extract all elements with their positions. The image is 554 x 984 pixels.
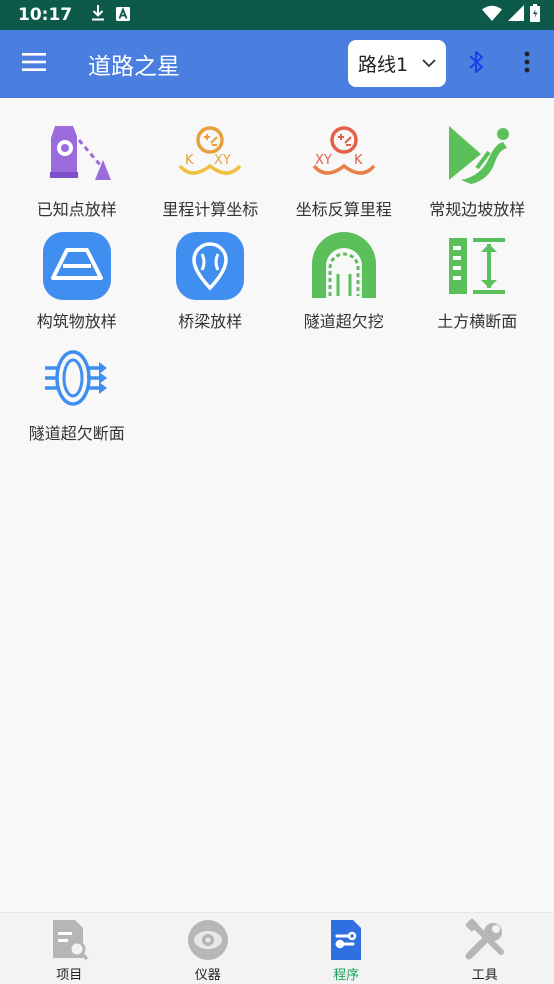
program-tile-tunnel-overbreak[interactable]: 隧道超欠挖 xyxy=(277,226,411,338)
program-label: 隧道超欠断面 xyxy=(28,424,125,443)
nav-item-instrument[interactable]: 仪器 xyxy=(139,913,278,984)
nav-label: 项目 xyxy=(56,968,83,983)
program-tile-coordinate-to-mileage[interactable]: XY K 坐标反算里程 xyxy=(277,114,411,226)
menu-icon xyxy=(22,52,48,76)
tools-icon xyxy=(461,917,509,963)
program-tile-structure-stakeout[interactable]: 构筑物放样 xyxy=(10,226,144,338)
program-label: 构筑物放样 xyxy=(36,312,117,331)
program-tile-known-point-stakeout[interactable]: 已知点放样 xyxy=(10,114,144,226)
more-button[interactable] xyxy=(512,44,542,84)
known-point-stakeout-icon xyxy=(41,118,113,190)
program-label: 常规边坡放样 xyxy=(429,200,526,219)
program-grid: 已知点放样 K XY 里程计算坐标 XY K 坐标反算里程 常规边坡放样 构筑物… xyxy=(10,114,544,450)
program-label: 里程计算坐标 xyxy=(162,200,259,219)
svg-text:XY: XY xyxy=(315,153,332,168)
download-icon xyxy=(90,4,106,26)
nav-item-project[interactable]: 项目 xyxy=(0,913,139,984)
nav-label: 工具 xyxy=(471,968,498,983)
svg-text:XY: XY xyxy=(214,153,231,168)
program-tile-mileage-to-coordinate[interactable]: K XY 里程计算坐标 xyxy=(144,114,278,226)
route-select-value: 路线1 xyxy=(358,54,409,76)
earthwork-section-icon xyxy=(441,230,513,302)
app-title: 道路之星 xyxy=(88,54,180,80)
bluetooth-icon xyxy=(468,49,484,79)
program-tile-earthwork-section[interactable]: 土方横断面 xyxy=(411,226,545,338)
status-time: 10:17 xyxy=(18,5,73,25)
more-vert-icon xyxy=(524,51,530,77)
menu-button[interactable] xyxy=(0,30,70,98)
structure-stakeout-icon xyxy=(41,230,113,302)
battery-icon xyxy=(530,4,540,26)
program-label: 隧道超欠挖 xyxy=(303,312,384,331)
nav-label: 仪器 xyxy=(194,968,221,983)
status-bar: 10:17 xyxy=(0,0,554,30)
wifi-icon xyxy=(482,5,502,25)
signal-icon xyxy=(508,5,524,25)
svg-text:K: K xyxy=(354,153,363,168)
coordinate-to-mileage-icon: XY K xyxy=(308,118,380,190)
slope-stakeout-icon xyxy=(441,118,513,190)
a-badge-icon xyxy=(116,6,131,25)
app-bar: 道路之星 路线1 xyxy=(0,30,554,98)
route-select[interactable]: 路线1 xyxy=(348,40,446,87)
program-tile-bridge-stakeout[interactable]: 桥梁放样 xyxy=(144,226,278,338)
program-tile-slope-stakeout[interactable]: 常规边坡放样 xyxy=(411,114,545,226)
program-label: 坐标反算里程 xyxy=(295,200,392,219)
mileage-to-coordinate-icon: K XY xyxy=(174,118,246,190)
bridge-stakeout-icon xyxy=(174,230,246,302)
bluetooth-button[interactable] xyxy=(460,44,492,84)
svg-text:K: K xyxy=(185,153,194,168)
nav-label: 程序 xyxy=(333,968,360,983)
nav-item-tools[interactable]: 工具 xyxy=(416,913,554,984)
program-icon xyxy=(322,917,370,963)
program-label: 土方横断面 xyxy=(437,312,518,331)
program-label: 已知点放样 xyxy=(36,200,117,219)
instrument-icon xyxy=(184,917,232,963)
chevron-down-icon xyxy=(422,59,436,68)
tunnel-section-icon xyxy=(41,342,113,414)
bottom-nav: 项目 仪器 程序 工具 xyxy=(0,912,554,984)
tunnel-overbreak-icon xyxy=(308,230,380,302)
program-tile-tunnel-section[interactable]: 隧道超欠断面 xyxy=(10,338,144,450)
nav-item-program[interactable]: 程序 xyxy=(277,913,416,984)
project-icon xyxy=(45,917,93,963)
program-label: 桥梁放样 xyxy=(178,312,243,331)
